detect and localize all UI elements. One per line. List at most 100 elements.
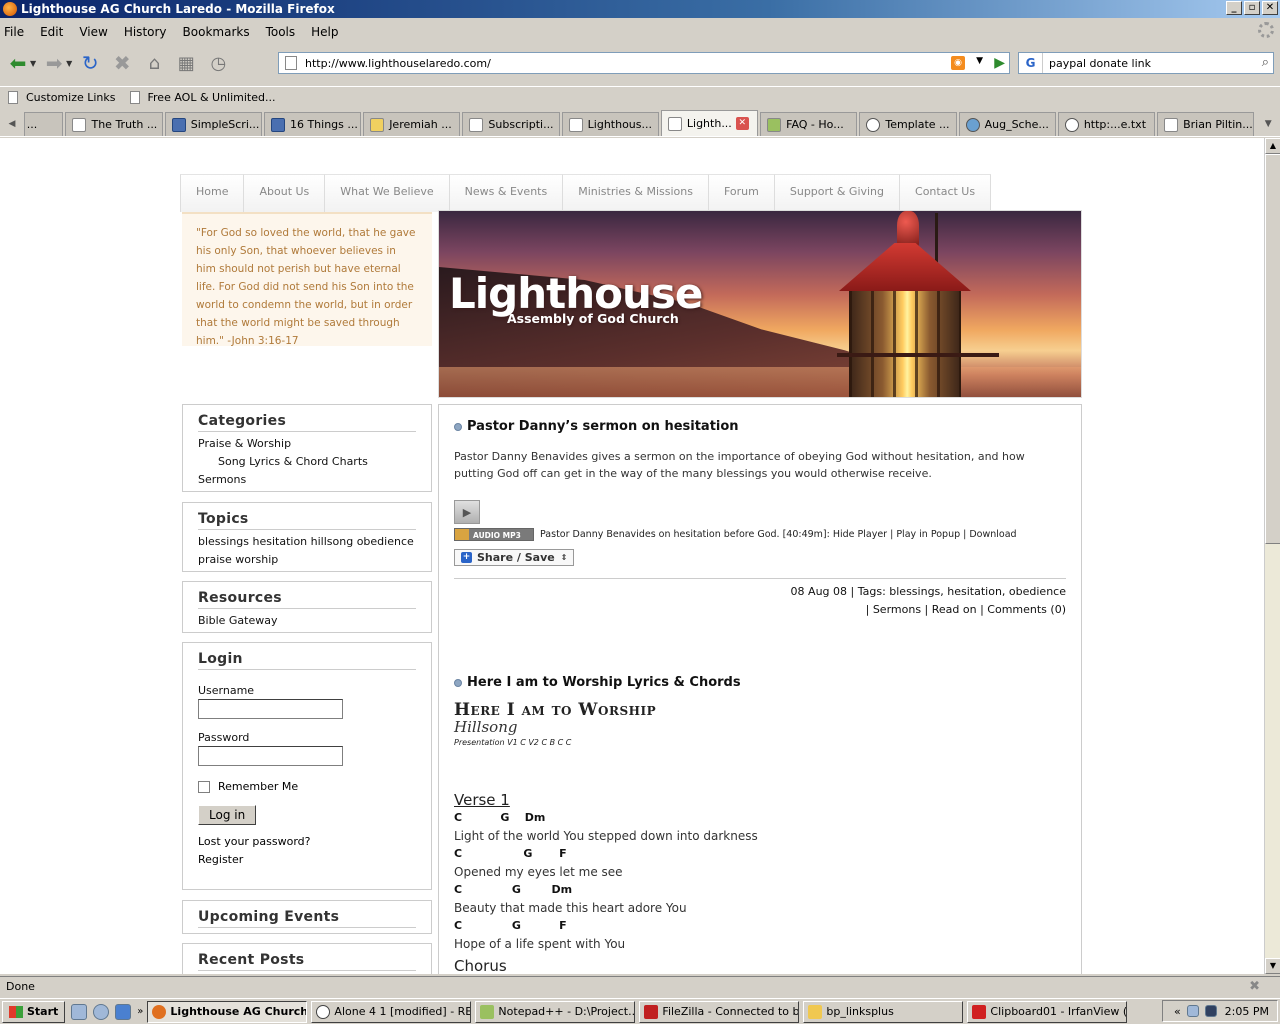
reload-button[interactable]: ↻ (76, 49, 104, 77)
tab-16-things[interactable]: 16 Things ... (263, 112, 362, 136)
task-folder[interactable]: bp_linksplus (803, 1000, 964, 1023)
vertical-scrollbar[interactable]: ▲ ▼ (1264, 138, 1280, 974)
start-button[interactable]: Start (2, 1000, 66, 1023)
post-title-text[interactable]: Here I am to Worship Lyrics & Chords (467, 675, 741, 690)
tab-simplescripts[interactable]: SimpleScri... (164, 112, 262, 136)
quicklaunch-icon[interactable] (93, 1003, 110, 1020)
nav-news-events[interactable]: News & Events (449, 174, 564, 212)
post-title[interactable]: Pastor Danny’s sermon on hesitation (454, 419, 1066, 434)
nav-what-we-believe[interactable]: What We Believe (325, 174, 450, 212)
share-save-button[interactable]: + Share / Save ⇕ (454, 549, 575, 566)
stop-button[interactable]: ✖ (108, 49, 136, 77)
nav-support-giving[interactable]: Support & Giving (774, 174, 901, 212)
network-icon[interactable] (1186, 1005, 1199, 1017)
menu-help[interactable]: Help (311, 25, 338, 39)
forward-dropdown-icon[interactable]: ▼ (66, 59, 72, 68)
task-alone[interactable]: Alone 4 1 [modified] - RE... (311, 1000, 472, 1023)
menu-file[interactable]: File (4, 25, 24, 39)
task-notepad[interactable]: Notepad++ - D:\Project... (475, 1000, 636, 1023)
audio-player-links[interactable]: Pastor Danny Benavides on hesitation bef… (540, 529, 1017, 540)
nav-contact-us[interactable]: Contact Us (900, 174, 992, 212)
tab-lighthouse[interactable]: Lighthous... (561, 112, 659, 136)
menu-edit[interactable]: Edit (40, 25, 63, 39)
task-label: FileZilla - Connected to b... (662, 1005, 800, 1018)
go-button[interactable]: ▶ (994, 55, 1005, 71)
back-dropdown-icon[interactable]: ▼ (30, 59, 36, 68)
bookmark-free-aol[interactable]: Free AOL & Unlimited... (129, 91, 276, 104)
rss-feed-icon[interactable]: ◉ (951, 56, 965, 70)
category-sermons[interactable]: Sermons (198, 471, 416, 489)
tab-brian-piltin[interactable]: Brian Piltin... (1157, 112, 1255, 136)
quicklaunch-more-icon[interactable]: » (137, 1006, 143, 1017)
search-icon[interactable]: ⌕ (1262, 55, 1269, 70)
tab-strip: ◀ ... The Truth ... SimpleScri... 16 Thi… (0, 110, 1280, 137)
monitor-icon[interactable] (1204, 1005, 1217, 1017)
new-tab-icon[interactable]: ▦ (172, 49, 200, 77)
page-icon (667, 116, 682, 131)
tab-subscriptions[interactable]: Subscripti... (462, 112, 560, 136)
nav-ministries-missions[interactable]: Ministries & Missions (563, 174, 709, 212)
back-button[interactable]: ⬅ (4, 49, 32, 77)
nav-about-us[interactable]: About Us (244, 174, 326, 212)
quicklaunch-icon[interactable] (115, 1003, 132, 1020)
close-tab-icon[interactable]: ✕ (735, 117, 749, 130)
scroll-up-icon[interactable]: ▲ (1265, 138, 1280, 154)
minimize-button[interactable]: _ (1226, 1, 1242, 15)
lost-password-link[interactable]: Lost your password? (198, 833, 416, 851)
menu-bookmarks[interactable]: Bookmarks (183, 25, 250, 39)
task-filezilla[interactable]: FileZilla - Connected to b... (639, 1000, 800, 1023)
nav-forum[interactable]: Forum (708, 174, 775, 212)
resource-bible-gateway[interactable]: Bible Gateway (198, 612, 416, 630)
tab-lighthouse-active[interactable]: Lighth... ✕ (660, 110, 759, 136)
menu-history[interactable]: History (124, 25, 167, 39)
category-song-lyrics[interactable]: Song Lyrics & Chord Charts (198, 453, 416, 471)
tab-txt-file[interactable]: http:...e.txt (1057, 112, 1156, 136)
post-date-tags[interactable]: 08 Aug 08 | Tags: blessings, hesitation,… (454, 583, 1066, 601)
post-title-text[interactable]: Pastor Danny’s sermon on hesitation (467, 419, 739, 434)
task-irfanview[interactable]: Clipboard01 - IrfanView (... (967, 1000, 1128, 1023)
status-x-icon[interactable]: ✖ (1249, 979, 1260, 994)
password-input[interactable] (198, 746, 343, 766)
address-bar[interactable]: http://www.lighthouselaredo.com/ ◉ ▼ ▶ (278, 52, 1010, 74)
username-input[interactable] (198, 699, 343, 719)
post-title[interactable]: Here I am to Worship Lyrics & Chords (454, 675, 1066, 690)
menu-view[interactable]: View (79, 25, 107, 39)
history-clock-icon[interactable]: ◷ (204, 49, 232, 77)
tab-aug-schedule[interactable]: Aug_Sche... (958, 112, 1056, 136)
search-bar[interactable]: G paypal donate link ⌕ (1018, 52, 1274, 74)
tab-label: 16 Things ... (289, 118, 358, 131)
tab-list-dropdown-icon[interactable]: ▼ (1256, 112, 1280, 136)
scrollbar-thumb[interactable] (1265, 154, 1280, 544)
maximize-button[interactable]: ▫ (1244, 1, 1260, 15)
tab-template[interactable]: Template ... (859, 112, 957, 136)
menu-tools[interactable]: Tools (266, 25, 296, 39)
register-link[interactable]: Register (198, 851, 416, 869)
scroll-down-icon[interactable]: ▼ (1265, 958, 1280, 974)
remember-me-checkbox[interactable] (198, 781, 210, 793)
tab-scroll-left-icon[interactable]: ◀ (0, 112, 24, 136)
login-button[interactable]: Log in (198, 805, 257, 825)
home-button[interactable]: ⌂ (140, 49, 168, 77)
topic-cloud[interactable]: blessings hesitation hillsong obedience … (198, 533, 416, 569)
search-engine-icon[interactable]: G (1019, 53, 1043, 73)
search-input[interactable]: paypal donate link (1049, 57, 1151, 70)
category-praise-worship[interactable]: Praise & Worship (198, 435, 416, 453)
song-title: Here I am to Worship (454, 700, 657, 720)
url-text[interactable]: http://www.lighthouselaredo.com/ (305, 57, 491, 70)
tab-jeremiah[interactable]: Jeremiah ... (363, 112, 461, 136)
nav-home[interactable]: Home (180, 174, 245, 212)
tab-the-truth-2[interactable]: The Truth ... (65, 112, 163, 136)
clock[interactable]: 2:05 PM (1225, 1005, 1269, 1018)
tray-expand-icon[interactable]: « (1174, 1005, 1181, 1018)
bookmark-customize-links[interactable]: Customize Links (8, 91, 116, 104)
play-button[interactable]: ▶ (454, 500, 480, 524)
post-links[interactable]: | Sermons | Read on | Comments (0) (454, 601, 1066, 619)
tab-the-truth[interactable]: ... (23, 112, 64, 136)
system-tray: « 2:05 PM (1162, 1000, 1278, 1022)
quicklaunch-icon[interactable] (71, 1003, 88, 1020)
tab-faq[interactable]: FAQ - Ho... (760, 112, 858, 136)
url-dropdown-icon[interactable]: ▼ (976, 56, 983, 66)
task-firefox[interactable]: Lighthouse AG Church... (147, 1000, 308, 1023)
close-button[interactable]: ✕ (1262, 1, 1278, 15)
forward-button[interactable]: ➡ (40, 49, 68, 77)
